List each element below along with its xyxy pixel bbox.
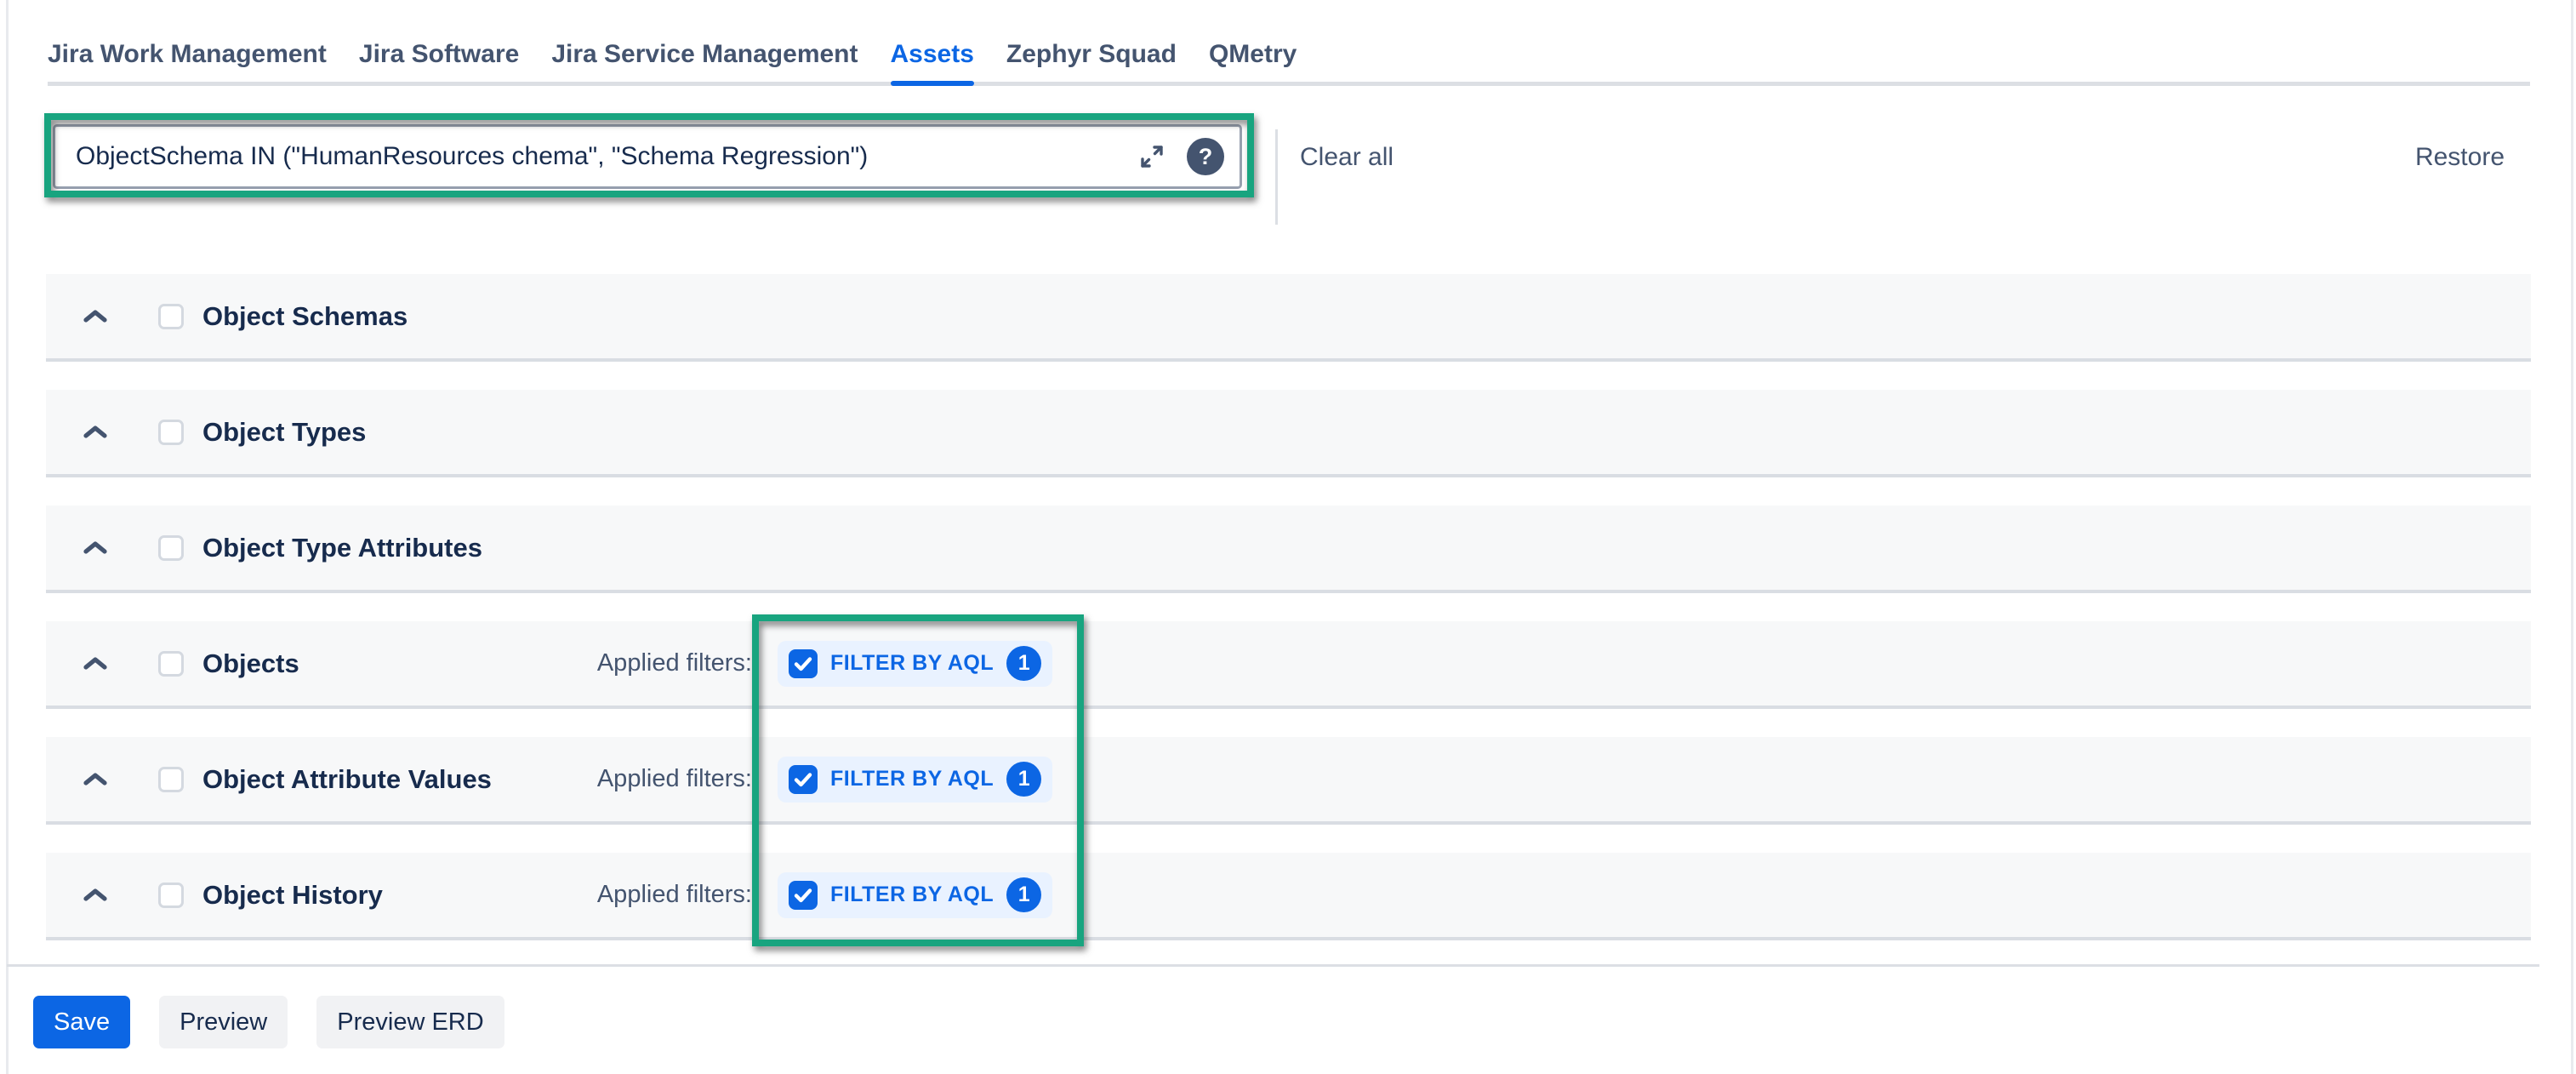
checked-checkbox-icon[interactable] xyxy=(789,765,818,794)
section-checkbox[interactable] xyxy=(158,767,184,792)
section-checkbox[interactable] xyxy=(158,535,184,561)
tab-jira-software[interactable]: Jira Software xyxy=(359,37,519,82)
chevron-up-icon[interactable] xyxy=(82,540,109,557)
aql-query-text[interactable]: ObjectSchema IN ("HumanResources chema",… xyxy=(76,142,1136,171)
filter-by-aql-label: FILTER BY AQL xyxy=(830,767,994,791)
section-row-objects: Objects Applied filters: FILTER BY AQL 1 xyxy=(46,621,2531,709)
footer-actions: Save Preview Preview ERD xyxy=(33,996,504,1048)
filter-count-badge: 1 xyxy=(1006,762,1041,797)
tab-assets[interactable]: Assets xyxy=(891,37,974,82)
section-checkbox[interactable] xyxy=(158,420,184,445)
section-label: Object Types xyxy=(202,417,366,448)
filter-count-badge: 1 xyxy=(1006,646,1041,681)
save-button[interactable]: Save xyxy=(33,996,130,1048)
section-checkbox[interactable] xyxy=(158,883,184,908)
section-row-object-history: Object History Applied filters: FILTER B… xyxy=(46,853,2531,940)
preview-button[interactable]: Preview xyxy=(159,996,288,1048)
checked-checkbox-icon[interactable] xyxy=(789,649,818,678)
chevron-up-icon[interactable] xyxy=(82,887,109,904)
chevron-up-icon[interactable] xyxy=(82,424,109,441)
footer-divider xyxy=(7,964,2539,967)
tab-list: Jira Work Management Jira Software Jira … xyxy=(48,37,2530,86)
clear-all-button[interactable]: Clear all xyxy=(1300,143,1393,172)
filter-by-aql-badge[interactable]: FILTER BY AQL 1 xyxy=(778,872,1052,918)
chevron-up-icon[interactable] xyxy=(82,771,109,788)
restore-button[interactable]: Restore xyxy=(2415,143,2505,172)
aql-input-icons: ? xyxy=(1136,138,1224,175)
toolbar-divider xyxy=(1275,129,1278,225)
section-row-object-types: Object Types xyxy=(46,390,2531,477)
aql-query-input[interactable]: ObjectSchema IN ("HumanResources chema",… xyxy=(53,124,1242,189)
section-checkbox[interactable] xyxy=(158,304,184,329)
tab-zephyr-squad[interactable]: Zephyr Squad xyxy=(1006,37,1177,82)
filter-by-aql-label: FILTER BY AQL xyxy=(830,883,994,907)
section-row-object-schemas: Object Schemas xyxy=(46,274,2531,362)
section-label: Object Attribute Values xyxy=(202,764,492,795)
tab-jira-service-management[interactable]: Jira Service Management xyxy=(551,37,858,82)
checked-checkbox-icon[interactable] xyxy=(789,881,818,910)
chevron-up-icon[interactable] xyxy=(82,308,109,325)
section-checkbox[interactable] xyxy=(158,651,184,677)
filter-by-aql-label: FILTER BY AQL xyxy=(830,651,994,676)
preview-erd-button[interactable]: Preview ERD xyxy=(316,996,504,1048)
applied-filters-label: Applied filters: xyxy=(556,881,752,909)
section-label: Object History xyxy=(202,880,383,911)
filter-count-badge: 1 xyxy=(1006,877,1041,912)
filter-by-aql-badge[interactable]: FILTER BY AQL 1 xyxy=(778,757,1052,803)
section-row-object-attribute-values: Object Attribute Values Applied filters:… xyxy=(46,737,2531,825)
applied-filters-label: Applied filters: xyxy=(556,649,752,677)
section-label: Objects xyxy=(202,648,299,679)
viewport-left-border xyxy=(6,0,9,1074)
chevron-up-icon[interactable] xyxy=(82,655,109,672)
sections-list: Object Schemas Object Types Object Type … xyxy=(46,274,2531,968)
product-tabbar: Jira Work Management Jira Software Jira … xyxy=(48,37,2530,86)
expand-icon[interactable] xyxy=(1136,140,1168,173)
section-label: Object Type Attributes xyxy=(202,533,482,563)
section-row-object-type-attributes: Object Type Attributes xyxy=(46,506,2531,593)
applied-filters-label: Applied filters: xyxy=(556,765,752,793)
section-label: Object Schemas xyxy=(202,301,407,332)
tab-qmetry[interactable]: QMetry xyxy=(1209,37,1297,82)
help-icon[interactable]: ? xyxy=(1187,138,1224,175)
filter-by-aql-badge[interactable]: FILTER BY AQL 1 xyxy=(778,641,1052,687)
tab-jira-work-management[interactable]: Jira Work Management xyxy=(48,37,327,82)
viewport-right-border xyxy=(2571,0,2573,1074)
